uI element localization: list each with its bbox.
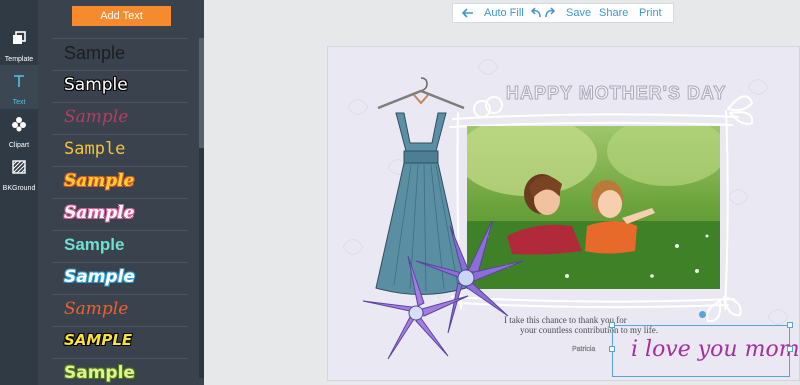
sample-label: SAMPLE <box>64 331 133 349</box>
text-style-sample[interactable]: Sample <box>52 358 188 385</box>
sample-label: Sample <box>64 267 135 287</box>
back-button[interactable] <box>461 4 475 22</box>
text-style-sample[interactable]: Sample <box>52 262 188 294</box>
sample-label: Sample <box>64 203 135 223</box>
arrow-left-icon <box>461 8 473 18</box>
text-style-sample[interactable]: Sample <box>52 134 188 166</box>
sample-label: Sample <box>64 43 126 63</box>
undo-icon <box>530 7 541 18</box>
redo-button[interactable] <box>544 4 556 22</box>
sidebar-item-label: BKGround <box>2 185 36 192</box>
share-button[interactable]: Share <box>599 4 628 22</box>
resize-handle-right[interactable] <box>787 346 793 352</box>
sample-label: Sample <box>64 171 135 191</box>
sidebar-item-label: Text <box>12 99 26 106</box>
sidebar-rail: Template Text Clipart BKGround <box>0 0 38 385</box>
sample-label: Sample <box>64 299 129 319</box>
text-style-sample[interactable]: Sample <box>52 102 188 134</box>
card-editor-app: Template Text Clipart BKGround Add Text <box>0 0 800 385</box>
scroll-thumb[interactable] <box>199 38 204 148</box>
selected-text[interactable]: i love you mom <box>631 337 799 362</box>
text-style-sample[interactable]: Sample <box>52 294 188 326</box>
text-style-panel: Add Text Sample Sample Sample Sample Sam… <box>38 0 204 385</box>
sample-label: Sample <box>64 75 128 95</box>
card-signature[interactable]: Patricia <box>572 346 596 353</box>
flower-clipart[interactable] <box>358 221 528 361</box>
text-style-sample[interactable]: Sample <box>52 230 188 262</box>
resize-handle-left[interactable] <box>609 346 615 352</box>
auto-fill-button[interactable]: Auto Fill <box>484 4 524 22</box>
text-style-sample[interactable]: Sample <box>52 198 188 230</box>
save-button[interactable]: Save <box>566 4 591 22</box>
sidebar-item-bkground[interactable]: BKGround <box>0 151 38 195</box>
text-icon <box>14 75 24 87</box>
sidebar-item-label: Template <box>4 56 34 63</box>
panel-scrollbar[interactable] <box>199 38 204 378</box>
sidebar-item-label: Clipart <box>8 142 30 149</box>
add-text-button[interactable]: Add Text <box>72 6 171 26</box>
rotate-handle[interactable] <box>699 311 706 318</box>
text-style-sample[interactable]: Sample <box>52 38 188 70</box>
sample-label: Sample <box>64 139 126 159</box>
text-style-sample[interactable]: SAMPLE <box>52 326 188 358</box>
print-button[interactable]: Print <box>639 4 662 22</box>
undo-button[interactable] <box>530 4 542 22</box>
background-icon <box>12 160 26 174</box>
sample-label: Sample <box>64 363 135 383</box>
template-icon <box>13 31 26 44</box>
sidebar-item-text[interactable]: Text <box>0 65 38 109</box>
sidebar-item-template[interactable]: Template <box>0 22 38 66</box>
sample-label: Sample <box>64 235 125 254</box>
card-canvas[interactable]: HAPPY MOTHER'S DAY I take this chance to… <box>327 46 800 381</box>
resize-handle-top-left[interactable] <box>609 322 615 328</box>
resize-handle-top-right[interactable] <box>787 322 793 328</box>
message-line-1: I take this chance to thank you for <box>504 315 627 325</box>
text-style-sample[interactable]: Sample <box>52 166 188 198</box>
editor-toolbar: Auto Fill Save Share Print <box>452 3 674 23</box>
sample-label: Sample <box>64 107 129 127</box>
selected-text-box[interactable]: i love you mom <box>609 311 799 377</box>
clipart-icon <box>12 117 26 132</box>
sidebar-item-clipart[interactable]: Clipart <box>0 108 38 152</box>
text-style-sample[interactable]: Sample <box>52 70 188 102</box>
redo-icon <box>545 7 556 18</box>
